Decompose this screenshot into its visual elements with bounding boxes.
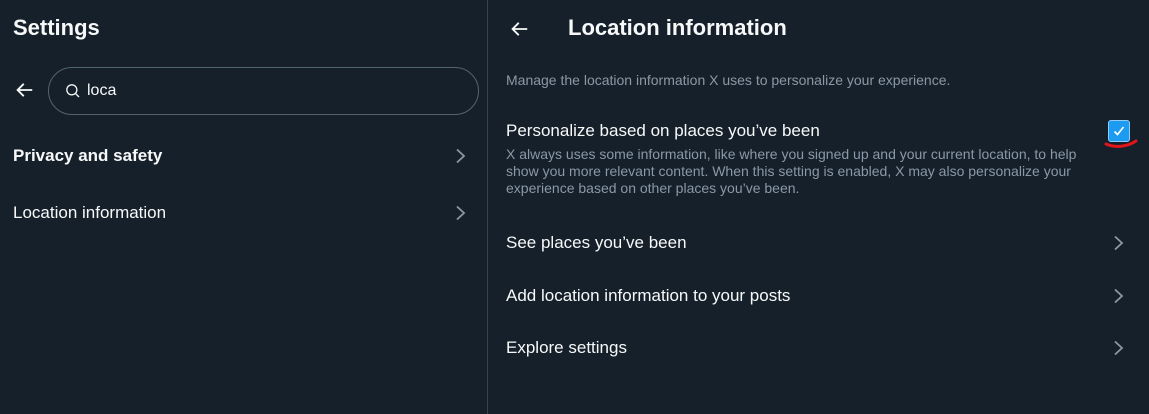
- settings-app: Settings Privacy and safety Location inf…: [0, 0, 1149, 414]
- checkmark-icon: [1113, 126, 1125, 136]
- chevron-right-icon: [1114, 235, 1124, 251]
- location-information-panel: Location information Manage the location…: [488, 0, 1149, 414]
- search-input[interactable]: [87, 82, 467, 100]
- settings-search-box[interactable]: [48, 67, 479, 115]
- red-annotation-mark: [1104, 139, 1138, 148]
- chevron-right-icon: [1114, 288, 1124, 304]
- add-location-to-posts-item[interactable]: Add location information to your posts: [488, 270, 1148, 322]
- personalize-places-setting: Personalize based on places you’ve been …: [506, 120, 1131, 197]
- page-title: Location information: [568, 15, 787, 40]
- menu-item-label: Add location information to your posts: [506, 286, 791, 305]
- chevron-right-icon: [1114, 340, 1124, 356]
- chevron-right-icon: [456, 205, 466, 221]
- setting-title: Personalize based on places you’ve been: [506, 121, 820, 140]
- chevron-right-icon: [456, 148, 466, 164]
- menu-item-label: Explore settings: [506, 338, 627, 357]
- see-places-youve-been-item[interactable]: See places you’ve been: [488, 217, 1148, 269]
- explore-settings-item[interactable]: Explore settings: [488, 322, 1148, 374]
- settings-title: Settings: [13, 15, 100, 40]
- menu-item-label: See places you’ve been: [506, 233, 687, 252]
- sidebar-item-location-information[interactable]: Location information: [0, 187, 488, 239]
- setting-help-text: X always uses some information, like whe…: [506, 146, 1077, 196]
- back-arrow-icon[interactable]: [508, 18, 530, 40]
- settings-sidebar: Settings Privacy and safety Location inf…: [0, 0, 488, 414]
- sidebar-item-label: Location information: [13, 203, 167, 222]
- sidebar-item-privacy-and-safety[interactable]: Privacy and safety: [0, 130, 488, 182]
- page-description: Manage the location information X uses t…: [506, 72, 951, 88]
- sidebar-item-label: Privacy and safety: [13, 146, 163, 165]
- back-arrow-icon[interactable]: [13, 79, 35, 101]
- search-icon: [66, 84, 80, 98]
